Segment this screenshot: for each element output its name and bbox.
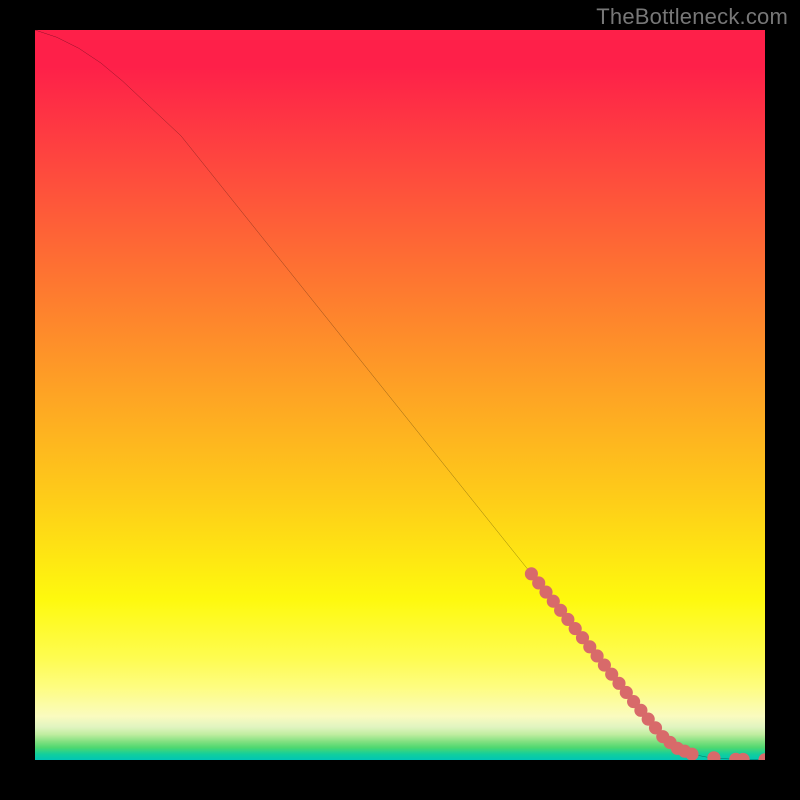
bottleneck-marker-dot — [758, 753, 765, 760]
chart-plot-area — [35, 30, 765, 760]
attribution-text: TheBottleneck.com — [596, 4, 788, 30]
bottleneck-curve-path — [35, 30, 765, 760]
bottleneck-line-chart — [35, 30, 765, 760]
bottleneck-marker-dot — [707, 751, 720, 760]
